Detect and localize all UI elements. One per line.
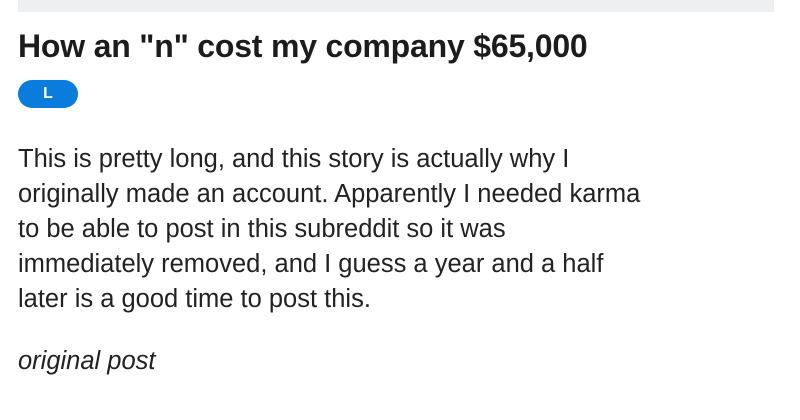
post-flair-badge[interactable]: L	[18, 80, 78, 108]
post-body-line: immediately removed, and I guess a year …	[18, 250, 604, 278]
post-body-line: This is pretty long, and this story is a…	[18, 145, 570, 173]
post-body-line: originally made an account. Apparently I…	[18, 180, 641, 208]
top-divider-strip	[18, 0, 774, 12]
post-body-line: to be able to post in this subreddit so …	[18, 215, 506, 243]
post-body-line: later is a good time to post this.	[18, 285, 371, 313]
original-post-link[interactable]: original post	[18, 347, 156, 376]
post-container: How an "n" cost my company $65,000 L Thi…	[18, 24, 778, 376]
post-title[interactable]: How an "n" cost my company $65,000	[18, 24, 778, 68]
post-body: This is pretty long, and this story is a…	[18, 142, 778, 317]
